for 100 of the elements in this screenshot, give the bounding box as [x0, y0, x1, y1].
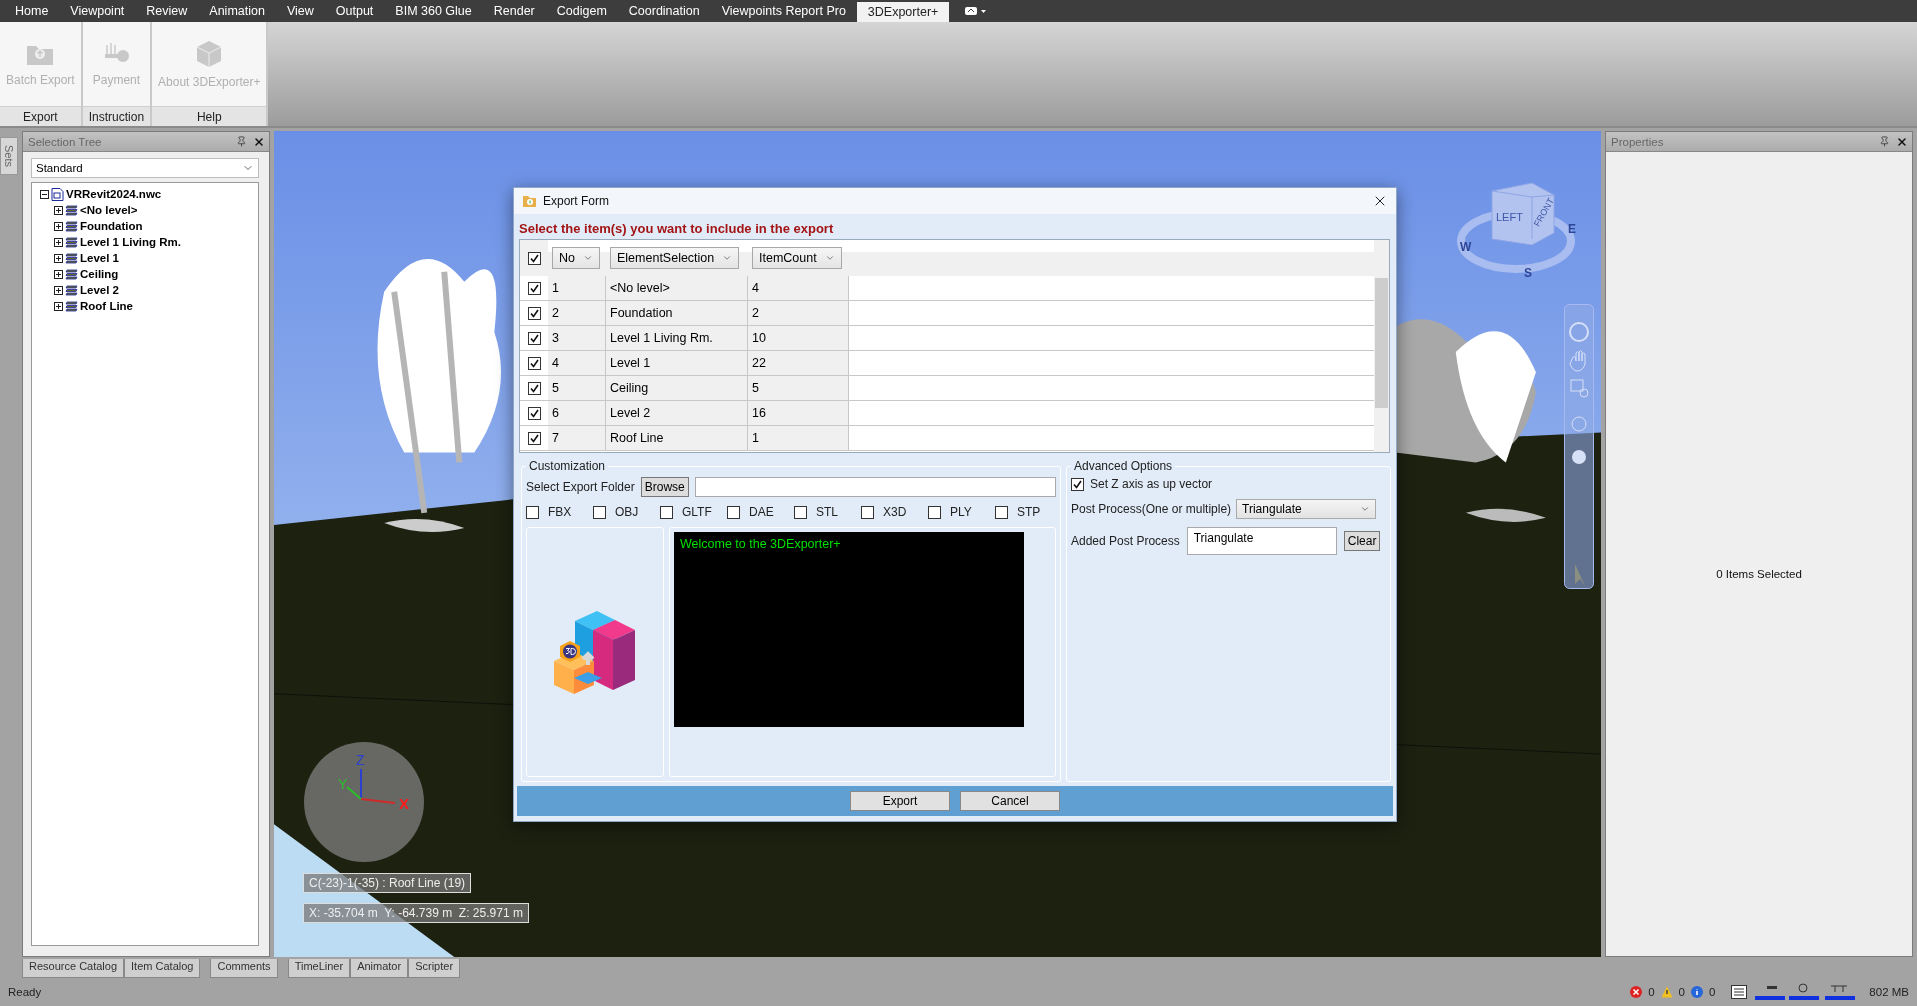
column-header[interactable]: ElementSelection [610, 247, 740, 269]
checkbox-label: GLTF [682, 505, 712, 519]
info-count: 0 [1708, 986, 1716, 998]
table-cell: 16 [748, 401, 849, 425]
row-checkbox[interactable] [527, 381, 541, 395]
chevron-down-icon [824, 253, 835, 263]
list-icon[interactable] [1731, 985, 1748, 999]
ribbon-group-label: Help [152, 106, 267, 126]
tree-item[interactable]: Level 2 [80, 284, 119, 296]
memory-usage: 802 MB [1869, 986, 1909, 998]
row-checkbox[interactable] [527, 406, 541, 420]
expand-icon[interactable] [54, 237, 63, 247]
expand-icon[interactable] [54, 301, 63, 311]
folder-input-field[interactable] [694, 477, 1056, 497]
field-label: Select Export Folder [526, 480, 635, 494]
format-checkbox[interactable] [660, 505, 673, 519]
chevron-down-icon [1360, 504, 1371, 514]
row-checkbox[interactable] [527, 306, 541, 320]
browse-button[interactable]: Browse [640, 477, 689, 497]
post-process-dropdown[interactable]: Triangulate [1236, 499, 1377, 519]
select-all-checkbox[interactable] [527, 251, 541, 265]
expand-icon[interactable] [54, 253, 63, 263]
panel-title: Properties [1611, 135, 1664, 148]
panel-title: Selection Tree [28, 135, 102, 148]
format-checkbox[interactable] [794, 505, 807, 519]
dialog-button[interactable]: Export [850, 791, 950, 811]
table-cell: 3 [548, 326, 606, 350]
table-cell: Roof Line [606, 426, 748, 450]
row-checkbox[interactable] [527, 356, 541, 370]
sets-tab[interactable]: Sets [0, 137, 18, 175]
menu-tab[interactable]: Home [4, 0, 60, 22]
expand-icon[interactable] [54, 285, 63, 295]
menu-tab[interactable]: View [275, 0, 325, 22]
checkbox-label: DAE [749, 505, 774, 519]
mode-dropdown[interactable]: Standard [31, 158, 259, 178]
menu-tab[interactable]: BIM 360 Glue [384, 0, 483, 22]
row-checkbox[interactable] [527, 281, 541, 295]
tree-item[interactable]: Foundation [80, 220, 143, 232]
status-text: Ready [8, 986, 42, 998]
menu-tab[interactable]: Animation [198, 0, 276, 22]
column-header[interactable]: No [552, 247, 600, 269]
panel-tab[interactable]: Scripter [408, 959, 461, 978]
folder-icon [522, 194, 537, 208]
error-icon [1630, 986, 1643, 998]
table-cell: 7 [548, 426, 606, 450]
close-icon[interactable] [253, 135, 265, 148]
menu-tab[interactable]: Viewpoint [59, 0, 136, 22]
layers-icon [65, 300, 78, 312]
layers-icon [65, 268, 78, 280]
added-process-field[interactable]: Triangulate [1186, 527, 1337, 555]
panel-tab[interactable]: Resource Catalog [22, 959, 125, 978]
column-header[interactable]: ItemCount [752, 247, 842, 269]
tree-item[interactable]: Ceiling [80, 268, 119, 280]
panel-tab[interactable]: Item Catalog [124, 959, 201, 978]
tree-item[interactable]: Level 1 [80, 252, 119, 264]
expand-icon[interactable] [54, 205, 63, 215]
hover-label: C(-23)-1(-35) : Roof Line (19) [303, 873, 472, 893]
error-count: 0 [1648, 986, 1655, 998]
tree-item[interactable]: Roof Line [80, 300, 134, 312]
tree-item[interactable]: Level 1 Living Rm. [80, 236, 181, 248]
expand-icon[interactable] [54, 221, 63, 231]
format-checkbox[interactable] [526, 505, 539, 519]
tree-item[interactable]: <No level> [80, 204, 138, 216]
field-label: Added Post Process [1071, 534, 1180, 548]
table-cell: 4 [548, 351, 606, 375]
format-checkbox[interactable] [995, 505, 1008, 519]
format-checkbox[interactable] [928, 505, 941, 519]
table-cell: <No level> [606, 276, 748, 300]
menu-tab[interactable]: Review [135, 0, 199, 22]
checkbox-label: Set Z axis as up vector [1090, 477, 1213, 491]
checkbox-label: PLY [950, 505, 972, 519]
table-cell: 1 [748, 426, 849, 450]
panel-tab[interactable]: Animator [350, 959, 409, 978]
format-checkbox[interactable] [593, 505, 606, 519]
pin-icon[interactable] [236, 136, 247, 147]
menu-tab[interactable]: Output [324, 0, 385, 22]
expand-icon[interactable] [54, 269, 63, 279]
clear-button[interactable]: Clear [1343, 531, 1381, 551]
row-checkbox[interactable] [527, 331, 541, 345]
menu-tab[interactable]: 3DExporter+ [856, 2, 950, 22]
menu-tab[interactable]: Codigem [545, 0, 618, 22]
format-checkbox[interactable] [861, 505, 874, 519]
navigation-bar-drawing[interactable] [1564, 304, 1594, 589]
panel-tab[interactable]: Comments [210, 959, 278, 978]
panel-tab[interactable]: TimeLiner [287, 959, 351, 978]
layers-icon [65, 284, 78, 296]
dialog-button[interactable]: Cancel [960, 791, 1060, 811]
table-cell: Level 2 [606, 401, 748, 425]
collapse-icon[interactable] [40, 189, 49, 199]
pin-icon[interactable] [1879, 136, 1890, 147]
format-checkbox[interactable] [727, 505, 740, 519]
log-output: Welcome to the 3DExporter+ [674, 532, 1024, 727]
z-up-checkbox[interactable] [1071, 477, 1084, 491]
scrollbar[interactable] [1374, 240, 1389, 452]
close-icon[interactable] [1896, 135, 1908, 148]
menu-tab[interactable]: Viewpoints Report Pro [710, 0, 857, 22]
row-checkbox[interactable] [527, 431, 541, 445]
menu-tab[interactable]: Coordination [617, 0, 711, 22]
menu-tab[interactable]: Render [482, 0, 546, 22]
tree-item[interactable]: VRRevit2024.nwc [66, 188, 162, 200]
